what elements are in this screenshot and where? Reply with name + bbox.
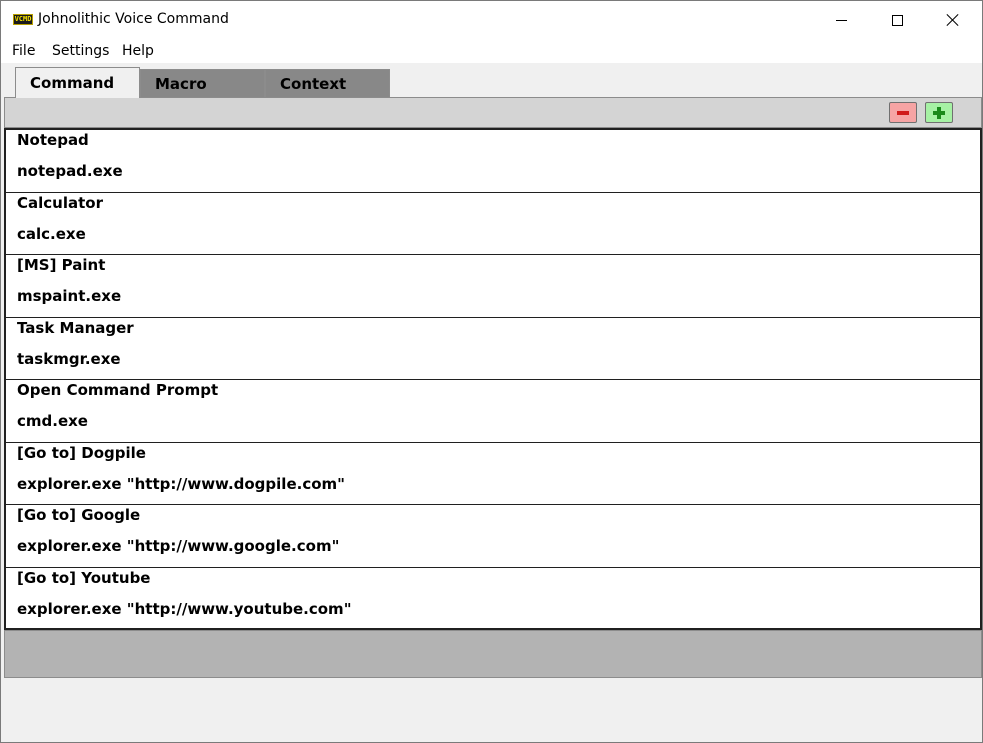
menu-bar: File Settings Help — [1, 39, 982, 63]
remove-command-button[interactable] — [889, 102, 917, 123]
window-title: Johnolithic Voice Command — [38, 11, 229, 27]
tab-macro[interactable]: Macro — [140, 69, 265, 98]
close-icon — [946, 13, 960, 27]
menu-file[interactable]: File — [12, 43, 35, 59]
plus-icon — [933, 106, 945, 119]
command-name: Task Manager — [17, 318, 134, 337]
command-executable: explorer.exe "http://www.google.com" — [17, 537, 340, 555]
app-logo-icon: VCMD — [13, 14, 33, 25]
command-executable: cmd.exe — [17, 412, 88, 430]
command-executable: taskmgr.exe — [17, 349, 121, 368]
command-row[interactable]: Notepad notepad.exe — [6, 130, 980, 193]
command-toolbar — [4, 97, 982, 128]
command-row[interactable]: [Go to] Google explorer.exe "http://www.… — [6, 505, 980, 568]
command-row[interactable]: Calculator calc.exe — [6, 193, 980, 255]
command-executable: mspaint.exe — [17, 287, 122, 305]
command-row[interactable]: Open Command Prompt cmd.exe — [6, 380, 980, 443]
menu-help[interactable]: Help — [122, 43, 154, 59]
maximize-icon — [891, 14, 903, 26]
title-bar[interactable]: VCMD Johnolithic Voice Command — [1, 1, 982, 39]
command-row[interactable]: [Go to] Youtube explorer.exe "http://www… — [6, 568, 980, 631]
command-executable: explorer.exe "http://www.dogpile.com" — [17, 474, 345, 493]
tab-context[interactable]: Context — [265, 69, 390, 98]
command-name: Open Command Prompt — [17, 381, 219, 399]
command-executable: explorer.exe "http://www.youtube.com" — [17, 599, 352, 618]
command-executable: calc.exe — [17, 224, 86, 243]
app-window: VCMD Johnolithic Voice Command File Sett… — [0, 0, 983, 743]
minus-icon — [897, 110, 909, 115]
command-row[interactable]: Task Manager taskmgr.exe — [6, 318, 980, 380]
add-command-button[interactable] — [925, 102, 953, 123]
command-row[interactable]: [Go to] Dogpile explorer.exe "http://www… — [6, 443, 980, 505]
command-executable: notepad.exe — [17, 162, 123, 180]
minimize-button[interactable] — [813, 1, 869, 39]
maximize-button[interactable] — [869, 1, 925, 39]
command-name: [Go to] Google — [17, 506, 141, 524]
command-name: [Go to] Youtube — [17, 568, 151, 587]
tab-command[interactable]: Command — [15, 67, 140, 98]
command-name: Notepad — [17, 131, 89, 149]
status-area — [4, 630, 982, 678]
menu-settings[interactable]: Settings — [52, 43, 109, 59]
command-list[interactable]: Notepad notepad.exe Calculator calc.exe … — [4, 128, 982, 630]
close-button[interactable] — [925, 1, 981, 39]
command-name: [MS] Paint — [17, 256, 106, 274]
command-name: [Go to] Dogpile — [17, 443, 146, 462]
minimize-icon — [835, 19, 847, 21]
command-row[interactable]: [MS] Paint mspaint.exe — [6, 255, 980, 318]
command-name: Calculator — [17, 193, 103, 212]
